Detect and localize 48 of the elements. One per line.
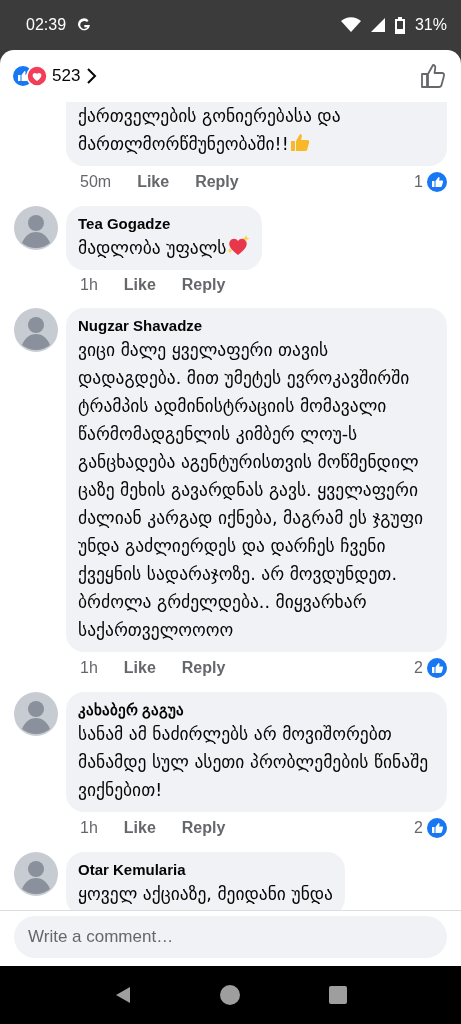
battery-icon — [394, 16, 405, 34]
avatar-icon[interactable] — [14, 206, 58, 250]
like-reaction-icon — [427, 658, 447, 678]
like-reaction-icon — [427, 172, 447, 192]
avatar-icon[interactable] — [14, 308, 58, 352]
g-logo-icon — [76, 17, 93, 33]
like-reaction-icon — [427, 818, 447, 838]
sparkling-heart-icon — [226, 235, 251, 257]
clock: 02:39 — [26, 16, 67, 34]
recents-button[interactable] — [328, 986, 347, 1004]
reply-link[interactable]: Reply — [181, 819, 226, 837]
chevron-right-icon[interactable] — [84, 66, 99, 86]
like-count: 1 — [414, 173, 423, 191]
wifi-icon — [340, 17, 361, 33]
comment-author[interactable]: Tea Gogadze — [78, 214, 251, 234]
like-link[interactable]: Like — [123, 659, 156, 677]
comment-text: სანამ ამ ნაძირლებს არ მოვიშორებთ მანამდე სულ ასეთი პრობლემების წინაშე ვიქნებით! — [78, 723, 430, 802]
like-button[interactable] — [419, 62, 447, 90]
thumbs-up-icon — [288, 131, 311, 153]
comment-field[interactable]: Write a comment… — [14, 916, 447, 958]
reply-link[interactable]: Reply — [181, 276, 226, 294]
comment-time: 50m — [80, 173, 112, 191]
comment-time: 1h — [80, 276, 98, 294]
comment-text: ქართველების გონიერებასა და — [78, 105, 342, 128]
signal-icon — [370, 18, 385, 32]
comment-text: ვიცი მალე ყველაფერი თავის დადაგდება. მით უმეტეს ევროკავშირში ტრამპის ადმინისტრაციის მომავალი წარმომადგენლის კიმბერ ლოუ-ს განცხადება აგენტურისთვის მოწმენდილ ცაზე მეხის გავარდნას გავს. ყველაფერი ძალიან კარგად იქნება, მაგრამ ეს ჯგუფი უნდა გაძლიერდეს და დარჩეს ჩვენი ქვეყნის სადარაჯოზე. არ მოვდუნდეთ. ბრძოლა გრძელდება.. მიყვარხარ საქართველოოოო — [78, 339, 425, 642]
avatar-icon[interactable] — [14, 692, 58, 736]
comment-author[interactable]: Nugzar Shavadze — [78, 316, 435, 336]
like-link[interactable]: Like — [137, 173, 170, 191]
reply-link[interactable]: Reply — [195, 173, 239, 191]
reaction-count[interactable]: 523 — [52, 66, 81, 86]
comment-text: მადლობა უფალს — [78, 234, 251, 262]
comment-text: მართლმორწმუნეობაში!! — [78, 130, 435, 158]
comment-text: ყოველ აქციაზე, მეიდანი უნდა — [78, 883, 333, 906]
like-count: 2 — [414, 819, 423, 837]
like-link[interactable]: Like — [123, 276, 156, 294]
back-button[interactable] — [114, 985, 133, 1005]
like-count: 2 — [414, 659, 423, 677]
comment-author[interactable]: კახაბერ გაგუა — [78, 700, 435, 720]
home-button[interactable] — [220, 985, 241, 1005]
like-link[interactable]: Like — [123, 819, 156, 837]
comment-author[interactable]: Otar Kemularia — [78, 860, 333, 880]
comment-time: 1h — [80, 819, 98, 837]
comment-time: 1h — [80, 659, 98, 677]
avatar-icon[interactable] — [14, 852, 58, 896]
reply-link[interactable]: Reply — [181, 659, 226, 677]
battery-percent: 31% — [414, 16, 447, 34]
reactions-icon[interactable] — [12, 65, 48, 87]
